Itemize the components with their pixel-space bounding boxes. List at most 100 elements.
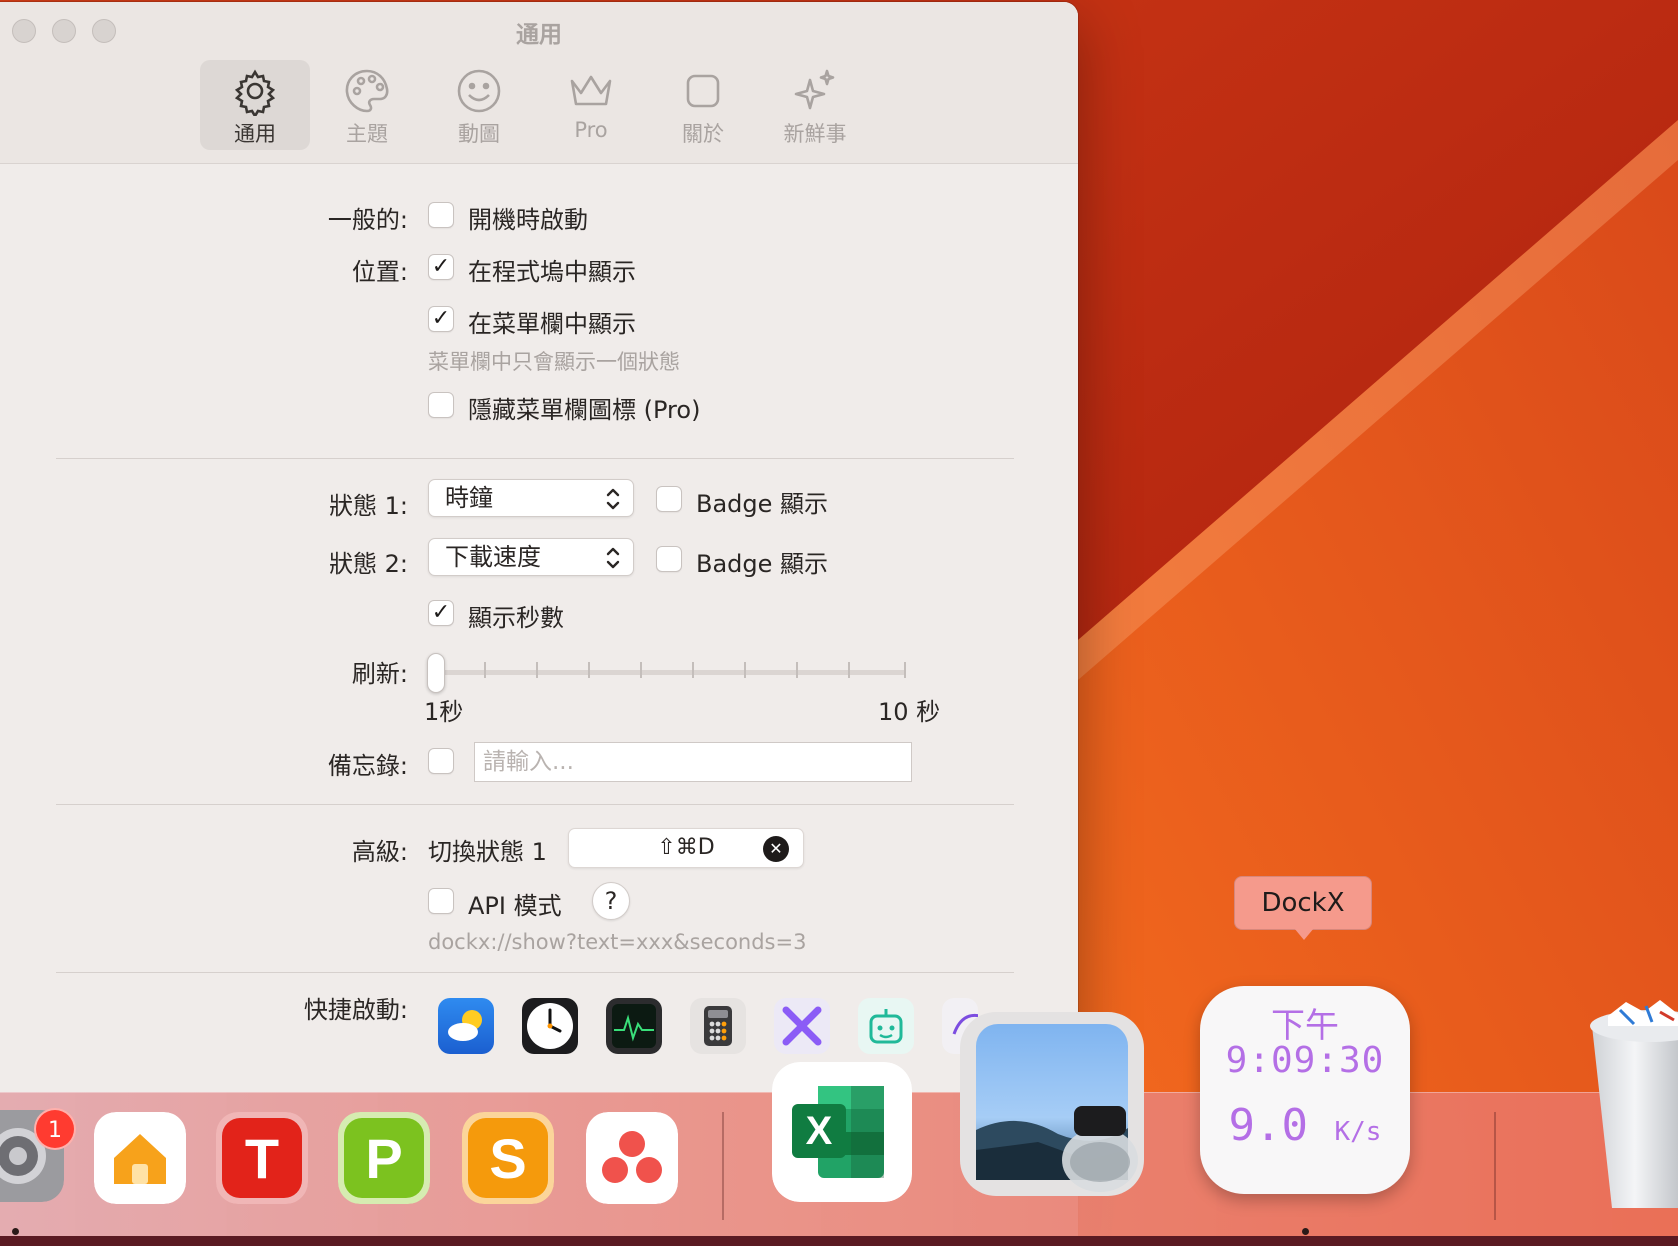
dockx-speed: 9.0 K/s xyxy=(1200,1100,1410,1151)
status1-label: 狀態 1: xyxy=(329,492,408,520)
t-app-icon[interactable]: T xyxy=(216,1112,308,1204)
slider-tick xyxy=(484,662,486,678)
memo-input[interactable]: 請輸入... xyxy=(474,742,912,782)
slider-tick xyxy=(588,662,590,678)
show-in-dock-checkbox[interactable]: ✓ xyxy=(428,254,454,280)
square-icon xyxy=(686,74,720,108)
tab-whats-new[interactable]: 新鮮事 xyxy=(760,60,870,150)
dockx-speed-value: 9.0 xyxy=(1228,1100,1308,1151)
x-app-icon[interactable] xyxy=(774,998,830,1054)
tab-label: Pro xyxy=(574,118,608,142)
settings-window: 通用 通用 主題 動圖 Pro 關於 新鮮事 一般的: 開機時啟動 位置: ✓ … xyxy=(0,2,1078,1246)
status1-select[interactable]: 時鐘 xyxy=(428,479,634,517)
divider xyxy=(56,804,1014,805)
show-in-menubar-checkbox[interactable]: ✓ xyxy=(428,306,454,332)
status2-badge-label: Badge 顯示 xyxy=(696,550,829,578)
asana-app-icon[interactable] xyxy=(586,1112,678,1204)
show-in-menubar-label: 在菜單欄中顯示 xyxy=(468,310,636,338)
dock-tooltip: DockX xyxy=(1234,876,1372,930)
preview-app-icon[interactable] xyxy=(958,1010,1146,1198)
running-indicator xyxy=(1302,1228,1309,1235)
refresh-max-label: 10 秒 xyxy=(878,698,941,726)
slider-tick xyxy=(692,662,694,678)
activity-monitor-icon[interactable] xyxy=(606,998,662,1054)
home-app-icon[interactable] xyxy=(94,1112,186,1204)
status2-badge-checkbox[interactable] xyxy=(656,546,682,572)
advanced-label: 高級: xyxy=(351,838,408,866)
preferences-tabs: 通用 主題 動圖 Pro 關於 新鮮事 xyxy=(200,60,872,150)
dockx-time: 9:09:30 xyxy=(1225,1040,1385,1081)
svg-text:T: T xyxy=(245,1127,279,1190)
position-label: 位置: xyxy=(351,258,408,286)
status1-value: 時鐘 xyxy=(445,484,493,512)
svg-text:P: P xyxy=(365,1127,402,1190)
status1-badge-label: Badge 顯示 xyxy=(696,490,829,518)
dock-divider xyxy=(1494,1112,1496,1220)
dockx-app-icon[interactable]: 下午 9:09:30 9.0 K/s xyxy=(1200,986,1410,1194)
tooltip-pointer xyxy=(1294,928,1314,940)
tab-general[interactable]: 通用 xyxy=(200,60,310,150)
trash-icon[interactable] xyxy=(1590,996,1678,1210)
tab-label: 通用 xyxy=(234,122,276,146)
dockx-speed-unit: K/s xyxy=(1334,1117,1382,1147)
memo-label: 備忘錄: xyxy=(327,752,408,780)
tab-theme[interactable]: 主題 xyxy=(312,60,422,150)
tab-about[interactable]: 關於 xyxy=(648,60,758,150)
svg-text:S: S xyxy=(489,1127,526,1190)
show-in-dock-label: 在程式塢中顯示 xyxy=(468,258,636,286)
launch-at-login-checkbox[interactable] xyxy=(428,202,454,228)
tab-label: 新鮮事 xyxy=(783,122,847,146)
excel-app-icon[interactable]: X xyxy=(772,1062,912,1202)
general-label: 一般的: xyxy=(327,206,408,234)
dock-divider xyxy=(722,1112,724,1220)
tab-pro[interactable]: Pro xyxy=(536,60,646,150)
slider-tick xyxy=(744,662,746,678)
clear-shortcut-icon[interactable]: ✕ xyxy=(763,836,789,862)
tab-label: 關於 xyxy=(682,122,724,146)
shortcut-value: ⇧⌘D xyxy=(657,835,715,860)
status2-select[interactable]: 下載速度 xyxy=(428,538,634,576)
hide-menubar-icon-checkbox[interactable] xyxy=(428,392,454,418)
refresh-min-label: 1秒 xyxy=(424,698,464,726)
memo-checkbox[interactable] xyxy=(428,748,454,774)
palette-icon xyxy=(345,69,389,113)
gear-icon xyxy=(234,69,276,116)
running-indicator xyxy=(12,1228,19,1235)
s-app-icon[interactable]: S xyxy=(462,1112,554,1204)
shortcut-recorder[interactable]: ⇧⌘D ✕ xyxy=(568,828,804,868)
clock-app-icon[interactable] xyxy=(522,998,578,1054)
notification-badge: 1 xyxy=(34,1108,76,1150)
slider-tick xyxy=(904,662,906,678)
weather-app-icon[interactable] xyxy=(438,998,494,1054)
refresh-slider-thumb[interactable] xyxy=(427,653,445,693)
slider-tick xyxy=(848,662,850,678)
api-mode-checkbox[interactable] xyxy=(428,888,454,914)
svg-text:X: X xyxy=(806,1109,833,1153)
robot-app-icon[interactable] xyxy=(858,998,914,1054)
window-title: 通用 xyxy=(516,22,562,48)
tab-animation[interactable]: 動圖 xyxy=(424,60,534,150)
slider-tick xyxy=(796,662,798,678)
status2-label: 狀態 2: xyxy=(329,550,408,578)
status1-badge-checkbox[interactable] xyxy=(656,486,682,512)
calculator-icon[interactable] xyxy=(690,998,746,1054)
toolbar: 通用 通用 主題 動圖 Pro 關於 新鮮事 xyxy=(0,2,1078,164)
launch-at-login-label: 開機時啟動 xyxy=(468,206,588,234)
slider-tick xyxy=(640,662,642,678)
quick-launch-label: 快捷啟動: xyxy=(303,996,408,1024)
divider xyxy=(56,972,1014,973)
slider-tick xyxy=(536,662,538,678)
p-app-icon[interactable]: P xyxy=(338,1112,430,1204)
menubar-hint: 菜單欄中只會顯示一個狀態 xyxy=(428,350,680,374)
status2-value: 下載速度 xyxy=(445,543,541,571)
toggle-status-label: 切換狀態 1 xyxy=(428,838,547,866)
show-seconds-checkbox[interactable]: ✓ xyxy=(428,600,454,626)
tab-label: 主題 xyxy=(346,122,388,146)
help-button[interactable]: ? xyxy=(592,882,630,920)
dock-shelf xyxy=(0,1236,1678,1246)
api-hint: dockx://show?text=xxx&seconds=3 xyxy=(428,930,807,954)
chevron-up-down-icon xyxy=(605,486,621,512)
refresh-slider-track[interactable] xyxy=(430,670,906,675)
hide-menubar-icon-label: 隱藏菜單欄圖標 (Pro) xyxy=(468,396,701,424)
tab-label: 動圖 xyxy=(458,122,500,146)
